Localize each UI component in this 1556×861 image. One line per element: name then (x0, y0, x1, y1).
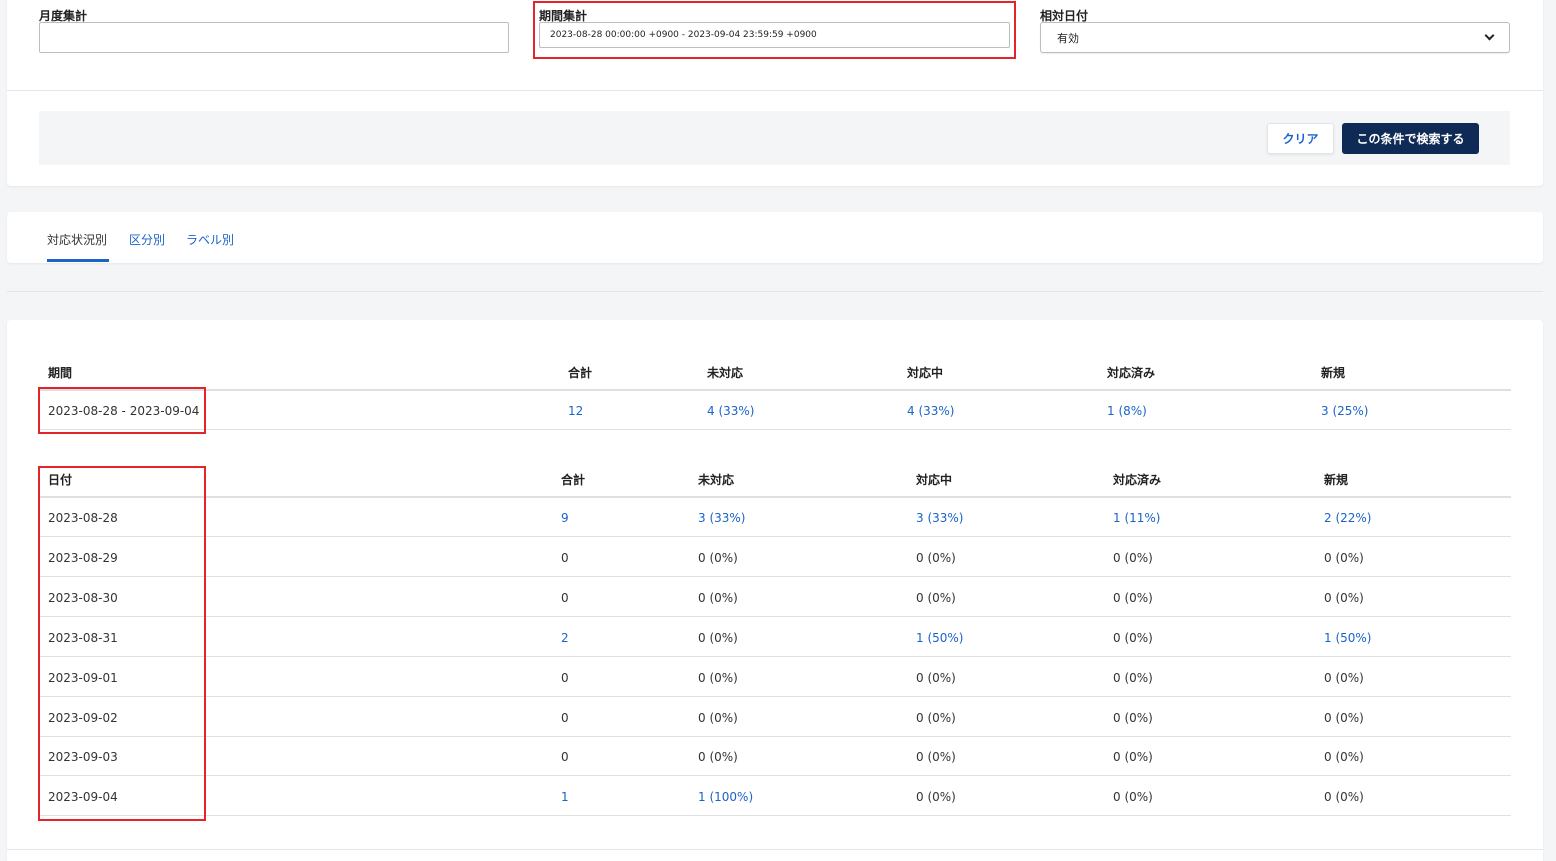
daily-cell-in-progress: 0 (0%) (916, 710, 956, 725)
summary-row-line (40, 429, 1511, 430)
daily-cell-total: 0 (561, 550, 569, 565)
daily-header-line (40, 496, 1511, 498)
daily-cell-total[interactable]: 1 (561, 790, 569, 804)
filter-divider (7, 90, 1543, 91)
summary-header-done: 対応済み (1107, 366, 1156, 380)
daily-cell-unhandled[interactable]: 1 (100%) (698, 790, 753, 804)
daily-cell-total: 0 (561, 670, 569, 685)
daily-cell-date: 2023-09-01 (48, 670, 118, 685)
daily-cell-date: 2023-08-31 (48, 630, 118, 645)
daily-row-line (40, 695, 1511, 697)
daily-row-line (40, 815, 1511, 817)
tab-bar: 対応状況別 区分別 ラベル別 (7, 212, 1543, 263)
daily-cell-date: 2023-08-30 (48, 590, 118, 605)
daily-cell-unhandled: 0 (0%) (698, 750, 738, 765)
daily-cell-in-progress: 0 (0%) (916, 550, 956, 565)
summary-header-line (40, 389, 1511, 391)
summary-header-in-progress: 対応中 (907, 366, 944, 380)
summary-unhandled-link[interactable]: 4 (33%) (707, 404, 754, 418)
bottom-divider (7, 849, 1543, 850)
summary-header-new: 新規 (1321, 366, 1346, 380)
daily-row-line (40, 775, 1511, 777)
summary-period-cell: 2023-08-28 - 2023-09-04 (48, 404, 200, 418)
daily-cell-new: 0 (0%) (1324, 670, 1364, 685)
search-button[interactable]: この条件で検索する (1342, 123, 1479, 154)
daily-cell-in-progress: 0 (0%) (916, 750, 956, 765)
clear-button[interactable]: クリア (1267, 123, 1334, 154)
daily-cell-in-progress: 0 (0%) (916, 590, 956, 605)
daily-cell-done: 0 (0%) (1113, 710, 1153, 725)
chevron-down-icon (1484, 30, 1495, 41)
daily-cell-new: 0 (0%) (1324, 710, 1364, 725)
daily-row-line (40, 655, 1511, 657)
daily-cell-total[interactable]: 2 (561, 631, 569, 645)
daily-cell-unhandled: 0 (0%) (698, 550, 738, 565)
daily-cell-new[interactable]: 1 (50%) (1324, 631, 1371, 645)
daily-cell-new: 0 (0%) (1324, 590, 1364, 605)
daily-header-in-progress: 対応中 (916, 473, 953, 487)
summary-header-unhandled: 未対応 (707, 366, 744, 380)
active-tab-indicator (47, 259, 109, 262)
daily-header-done: 対応済み (1113, 473, 1162, 487)
daily-header-new: 新規 (1324, 473, 1349, 487)
section-divider (7, 291, 1543, 292)
summary-header-period: 期間 (48, 366, 73, 380)
daily-cell-total: 0 (561, 590, 569, 605)
daily-header-total: 合計 (561, 473, 586, 487)
daily-cell-in-progress[interactable]: 3 (33%) (916, 511, 963, 525)
daily-cell-done[interactable]: 1 (11%) (1113, 511, 1160, 525)
summary-total-link[interactable]: 12 (568, 404, 583, 418)
summary-in-progress-link[interactable]: 4 (33%) (907, 404, 954, 418)
summary-new-link[interactable]: 3 (25%) (1321, 404, 1368, 418)
daily-cell-unhandled[interactable]: 3 (33%) (698, 511, 745, 525)
daily-cell-date: 2023-08-29 (48, 550, 118, 565)
daily-cell-date: 2023-08-28 (48, 511, 118, 525)
daily-cell-total: 0 (561, 710, 569, 725)
daily-row-line (40, 575, 1511, 577)
daily-row-line (40, 735, 1511, 737)
tab-label[interactable]: ラベル別 (186, 231, 234, 248)
daily-cell-done: 0 (0%) (1113, 550, 1153, 565)
daily-cell-total[interactable]: 9 (561, 511, 569, 525)
daily-cell-done: 0 (0%) (1113, 670, 1153, 685)
daily-header-unhandled: 未対応 (698, 473, 735, 487)
daily-row-line (40, 536, 1511, 537)
daily-cell-unhandled: 0 (0%) (698, 630, 738, 645)
daily-row-line (40, 615, 1511, 617)
filter-panel: 月度集計 期間集計 2023-08-28 00:00:00 +0900 - 20… (7, 0, 1543, 186)
tab-status[interactable]: 対応状況別 (47, 231, 107, 248)
daily-cell-done: 0 (0%) (1113, 590, 1153, 605)
daily-header-date: 日付 (48, 473, 73, 487)
summary-header-total: 合計 (568, 366, 593, 380)
daily-cell-new: 0 (0%) (1324, 750, 1364, 765)
daily-cell-total: 0 (561, 750, 569, 765)
daily-cell-done: 0 (0%) (1113, 790, 1153, 805)
daily-cell-in-progress: 0 (0%) (916, 790, 956, 805)
monthly-input[interactable] (39, 22, 509, 53)
relative-date-select[interactable]: 有効 (1040, 22, 1510, 53)
daily-cell-unhandled: 0 (0%) (698, 670, 738, 685)
daily-cell-unhandled: 0 (0%) (698, 710, 738, 725)
summary-done-link[interactable]: 1 (8%) (1107, 404, 1147, 418)
relative-date-value: 有効 (1057, 31, 1079, 45)
daily-cell-done: 0 (0%) (1113, 630, 1153, 645)
daily-cell-new: 0 (0%) (1324, 790, 1364, 805)
period-input[interactable]: 2023-08-28 00:00:00 +0900 - 2023-09-04 2… (539, 22, 1010, 48)
daily-cell-unhandled: 0 (0%) (698, 590, 738, 605)
daily-cell-date: 2023-09-03 (48, 750, 118, 765)
daily-cell-date: 2023-09-02 (48, 710, 118, 725)
report-panel: 期間 合計 未対応 対応中 対応済み 新規 2023-08-28 - 2023-… (7, 320, 1543, 861)
daily-cell-date: 2023-09-04 (48, 790, 118, 805)
tab-category[interactable]: 区分別 (129, 231, 165, 248)
daily-cell-in-progress[interactable]: 1 (50%) (916, 631, 963, 645)
daily-cell-new: 0 (0%) (1324, 550, 1364, 565)
daily-cell-done: 0 (0%) (1113, 750, 1153, 765)
daily-cell-in-progress: 0 (0%) (916, 670, 956, 685)
daily-cell-new[interactable]: 2 (22%) (1324, 511, 1371, 525)
